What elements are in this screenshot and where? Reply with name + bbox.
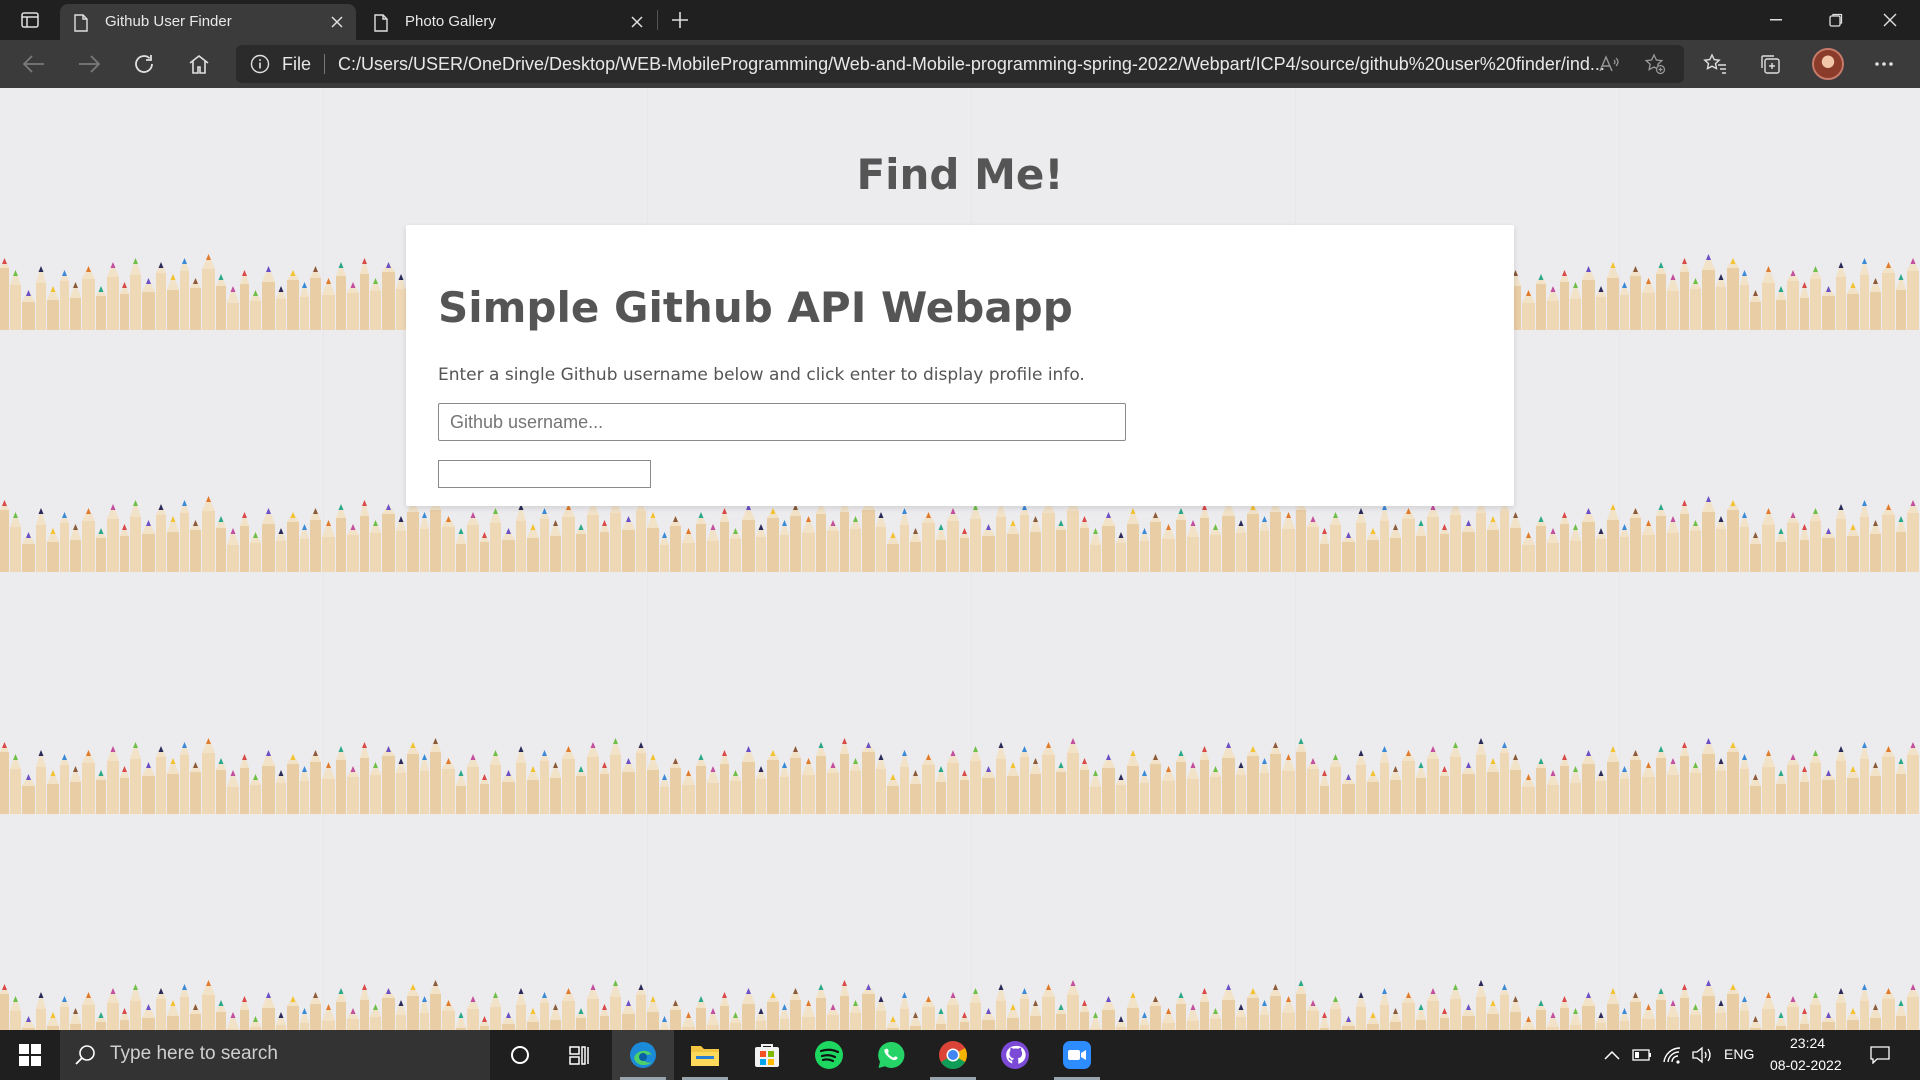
more-options-icon[interactable] [1866,46,1902,82]
tab-title: Photo Gallery [405,13,496,30]
taskbar: Type here to search ENG 23:24 08-02-2022 [0,1030,1920,1080]
minimize-icon[interactable] [1746,0,1806,40]
chevron-up-icon[interactable] [1600,1043,1624,1067]
back-icon[interactable] [16,46,52,82]
url-text[interactable]: C:/Users/USER/OneDrive/Desktop/WEB-Mobil… [338,54,1608,75]
page-heading: Find Me! [856,150,1064,199]
window-close-icon[interactable] [1860,0,1920,40]
github-username-input[interactable] [438,403,1126,441]
forward-icon[interactable] [71,46,107,82]
info-icon[interactable] [250,54,270,79]
tab-strip: Github User Finder Photo Gallery [0,0,1920,40]
profile-result-box [438,460,651,488]
tab-github-user-finder[interactable]: Github User Finder [60,4,356,40]
notification-icon[interactable] [1868,1043,1892,1067]
read-aloud-icon[interactable] [1596,52,1622,76]
edge-icon[interactable] [612,1030,674,1080]
close-icon[interactable] [328,13,346,31]
clock-time[interactable]: 23:24 [1790,1035,1825,1051]
address-bar[interactable]: File C:/Users/USER/OneDrive/Desktop/WEB-… [236,45,1684,83]
tab-title: Github User Finder [105,13,232,30]
profile-avatar[interactable] [1812,48,1844,80]
cortana-icon[interactable] [489,1030,551,1080]
clock-date[interactable]: 08-02-2022 [1770,1057,1842,1073]
tab-separator [657,10,658,30]
wifi-icon[interactable] [1660,1043,1684,1067]
card-title: Simple Github API Webapp [438,283,1073,332]
reload-icon[interactable] [126,46,162,82]
close-icon[interactable] [628,13,646,31]
pencil-background [0,964,1920,1030]
finder-card: Simple Github API Webapp Enter a single … [406,225,1514,506]
battery-icon[interactable] [1630,1043,1654,1067]
task-view-icon[interactable] [549,1030,611,1080]
whatsapp-icon[interactable] [860,1030,922,1080]
tab-actions-icon[interactable] [14,8,46,32]
input-language[interactable]: ENG [1724,1046,1754,1062]
card-description: Enter a single Github username below and… [438,365,1085,385]
page-icon [74,14,88,36]
address-separator [324,54,325,74]
search-icon [74,1044,96,1071]
start-icon[interactable] [0,1030,60,1080]
add-favorite-icon[interactable] [1642,52,1668,76]
github-desktop-icon[interactable] [984,1030,1046,1080]
page-viewport: Find Me! Simple Github API Webapp Enter … [0,88,1920,1030]
restore-icon[interactable] [1806,0,1866,40]
zoom-icon[interactable] [1046,1030,1108,1080]
home-icon[interactable] [181,46,217,82]
volume-icon[interactable] [1690,1043,1714,1067]
collections-icon[interactable] [1752,46,1788,82]
browser-toolbar: File C:/Users/USER/OneDrive/Desktop/WEB-… [0,40,1920,88]
new-tab-button[interactable] [666,6,694,34]
store-icon[interactable] [736,1030,798,1080]
chrome-icon[interactable] [922,1030,984,1080]
scheme-label: File [282,54,312,74]
spotify-icon[interactable] [798,1030,860,1080]
favorites-icon[interactable] [1697,46,1733,82]
page-icon [374,14,388,36]
tab-photo-gallery[interactable]: Photo Gallery [360,4,656,40]
file-explorer-icon[interactable] [674,1030,736,1080]
taskbar-search[interactable]: Type here to search [60,1030,490,1080]
pencil-background [0,722,1920,814]
search-placeholder: Type here to search [110,1043,278,1064]
